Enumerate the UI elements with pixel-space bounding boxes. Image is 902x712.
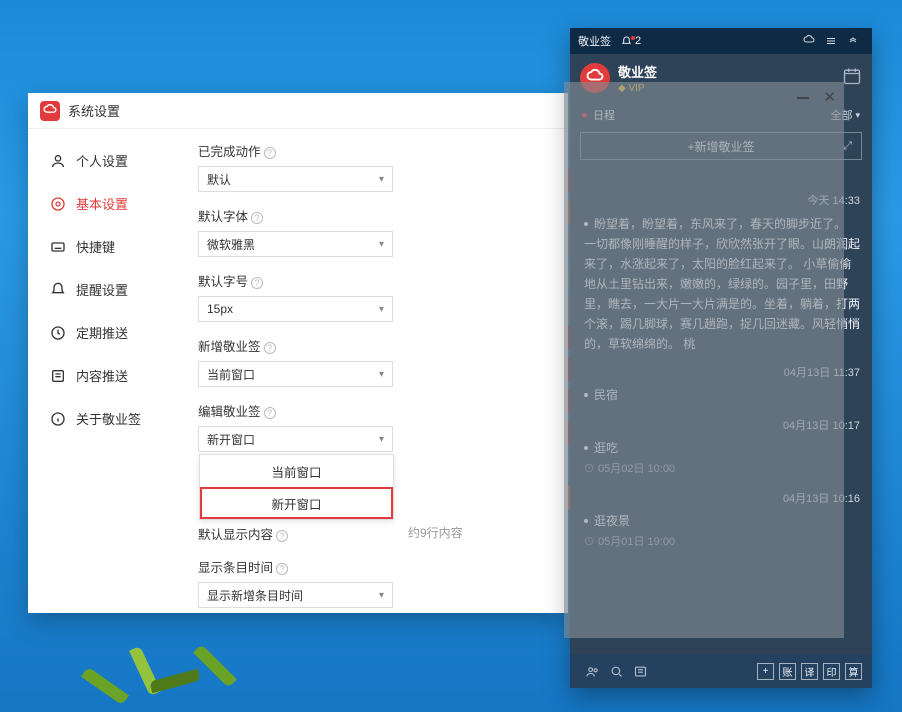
category-bar: 日程 全部▾	[570, 102, 872, 128]
sidebar-item-content[interactable]: 内容推送	[28, 354, 198, 397]
help-icon[interactable]: ?	[264, 147, 276, 159]
sidebar-label: 提醒设置	[76, 280, 128, 299]
dot-icon	[582, 113, 587, 118]
expand-icon[interactable]: ⤢	[843, 140, 853, 153]
sidebar-label: 个人设置	[76, 151, 128, 170]
note-title[interactable]: 民宿	[584, 386, 860, 403]
settings-sidebar: 个人设置 基本设置 快捷键 提醒设置 定期推送 内容推送	[28, 129, 198, 613]
label-new-note: 新增敬业签?	[198, 336, 540, 355]
sidebar-label: 定期推送	[76, 323, 128, 342]
chevron-down-icon: ▾	[379, 590, 384, 601]
avatar[interactable]	[580, 63, 610, 93]
select-font-size[interactable]: 15px▾	[198, 296, 393, 322]
timestamp: 04月13日 10:16	[584, 490, 860, 506]
settings-title: 系统设置	[68, 101, 120, 120]
chevron-down-icon: ▾	[379, 304, 384, 315]
chevron-down-icon: ▾	[379, 239, 384, 250]
label-done-action: 已完成动作?	[198, 141, 540, 160]
sidebar-label: 关于敬业签	[76, 409, 141, 428]
app-titlebar-name: 敬业签	[578, 33, 611, 49]
label-show-time: 显示条目时间?	[198, 557, 540, 576]
bell-icon[interactable]: 2	[621, 35, 641, 47]
cloud-sync-icon[interactable]	[798, 35, 820, 47]
select-show-time[interactable]: 显示新增条目时间▾	[198, 582, 393, 608]
footer-box-plus[interactable]: +	[757, 663, 774, 680]
sidebar-item-remind[interactable]: 提醒设置	[28, 268, 198, 311]
footer-box-print[interactable]: 印	[823, 663, 840, 680]
settings-titlebar: 系统设置	[28, 93, 568, 129]
sidebar-item-shortcut[interactable]: 快捷键	[28, 225, 198, 268]
footer-box-account[interactable]: 账	[779, 663, 796, 680]
add-note-button[interactable]: +新增敬业签 ⤢	[580, 132, 862, 160]
menu-icon[interactable]	[820, 35, 842, 47]
sidebar-item-periodic[interactable]: 定期推送	[28, 311, 198, 354]
app-header: 敬业签 ◆ VIP	[570, 54, 872, 102]
timestamp: 今天 14:33	[584, 192, 860, 208]
timestamp: 04月13日 10:17	[584, 417, 860, 433]
sidebar-label: 基本设置	[76, 194, 128, 213]
settings-window: 系统设置 个人设置 基本设置 快捷键 提醒设置 定期推送	[28, 93, 568, 613]
option-current-window[interactable]: 当前窗口	[200, 455, 393, 487]
list-icon[interactable]	[628, 664, 652, 679]
help-icon[interactable]: ?	[264, 342, 276, 354]
app-footer: + 账 译 印 算	[570, 654, 872, 688]
sidebar-item-basic[interactable]: 基本设置	[28, 182, 198, 225]
select-new-note[interactable]: 当前窗口▾	[198, 361, 393, 387]
default-content-hint: 约9行内容	[408, 524, 463, 541]
option-new-window[interactable]: 新开窗口	[200, 487, 393, 519]
sidebar-label: 快捷键	[76, 237, 115, 256]
dropdown-edit-note: 当前窗口 新开窗口	[199, 454, 394, 520]
chevron-down-icon: ▾	[379, 369, 384, 380]
reminder-time: 05月02日 10:00	[584, 460, 860, 476]
select-done-action[interactable]: 默认▾	[198, 166, 393, 192]
note-title[interactable]: 逛夜景	[584, 512, 860, 529]
app-logo-icon	[40, 101, 60, 121]
reminder-time: 05月01日 19:00	[584, 533, 860, 549]
help-icon[interactable]: ?	[251, 277, 263, 289]
footer-box-calc[interactable]: 算	[845, 663, 862, 680]
user-name: 敬业签	[618, 62, 657, 81]
help-icon[interactable]: ?	[276, 563, 288, 575]
vip-badge: ◆ VIP	[618, 83, 657, 94]
notes-list: 今天 14:33 盼望着，盼望着，东风来了，春天的脚步近了。 一切都像刚睡醒的样…	[570, 190, 872, 654]
label-edit-note: 编辑敬业签?	[198, 401, 540, 420]
chevron-down-icon: ▾	[379, 434, 384, 445]
sidebar-item-about[interactable]: 关于敬业签	[28, 397, 198, 440]
sidebar-item-personal[interactable]: 个人设置	[28, 139, 198, 182]
label-font: 默认字体?	[198, 206, 540, 225]
select-font[interactable]: 微软雅黑▾	[198, 231, 393, 257]
search-icon[interactable]	[604, 664, 628, 679]
app-titlebar: 敬业签 2	[570, 28, 872, 54]
filter-all[interactable]: 全部▾	[830, 107, 860, 123]
select-edit-note[interactable]: 新开窗口▾ 当前窗口 新开窗口	[198, 426, 393, 452]
footer-box-translate[interactable]: 译	[801, 663, 818, 680]
collapse-icon[interactable]	[842, 35, 864, 47]
chevron-down-icon: ▾	[379, 174, 384, 185]
help-icon[interactable]: ?	[251, 212, 263, 224]
sidebar-label: 内容推送	[76, 366, 128, 385]
app-window: 敬业签 2 敬业签 ◆ VIP 日程 全部▾ +新增敬业签 ⤢ 今天 14:33	[570, 28, 872, 688]
calendar-icon[interactable]	[842, 66, 862, 91]
bell-count: 2	[635, 35, 641, 47]
settings-form: 已完成动作? 默认▾ 默认字体? 微软雅黑▾ 默认字号? 15px▾ 新增敬业签…	[198, 129, 568, 613]
help-icon[interactable]: ?	[264, 407, 276, 419]
timestamp: 04月13日 11:37	[584, 364, 860, 380]
note-body[interactable]: 盼望着，盼望着，东风来了，春天的脚步近了。 一切都像刚睡醒的样子，欣欣然张开了眼…	[584, 214, 860, 354]
help-icon[interactable]: ?	[276, 530, 288, 542]
note-title[interactable]: 逛吃	[584, 439, 860, 456]
label-font-size: 默认字号?	[198, 271, 540, 290]
label-default-content: 默认显示内容?	[198, 524, 540, 543]
category-label[interactable]: 日程	[593, 107, 615, 123]
team-icon[interactable]	[580, 664, 604, 679]
chevron-down-icon: ▾	[855, 110, 860, 121]
